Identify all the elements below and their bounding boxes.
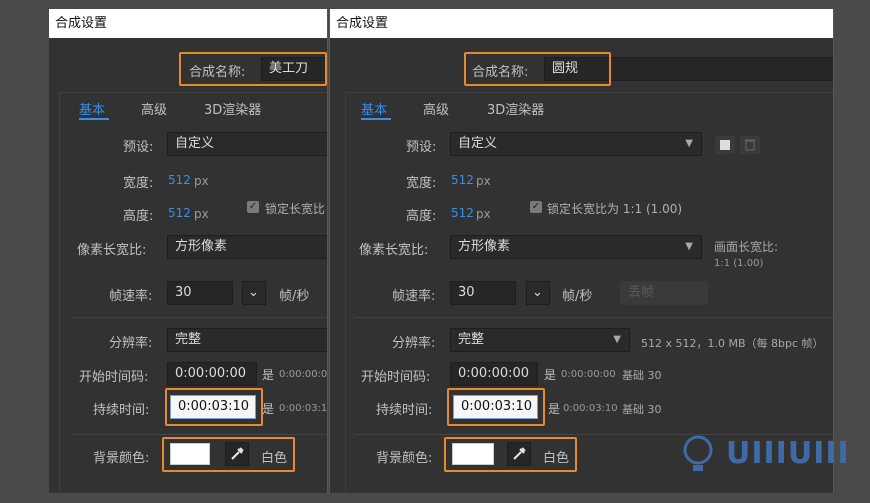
lightbulb-icon	[683, 435, 713, 471]
start-timecode-label: 开始时间码:	[361, 370, 431, 385]
pixel-aspect-value: 方形像素	[175, 239, 228, 254]
height-unit: px	[476, 207, 491, 221]
lock-aspect-checkbox[interactable]: ✓	[247, 201, 259, 213]
width-label: 宽度:	[123, 176, 154, 191]
fps-unit: 帧/秒	[279, 289, 310, 304]
preset-label: 预设:	[123, 140, 154, 155]
lock-aspect-label: 锁定长宽比	[265, 202, 326, 216]
pixel-aspect-value: 方形像素	[458, 239, 511, 254]
preset-value: 自定义	[175, 136, 215, 151]
width-value[interactable]: 512	[168, 173, 191, 187]
chevron-down-icon: ▼	[613, 334, 621, 345]
tab-basic[interactable]: 基本	[79, 99, 105, 118]
fps-unit: 帧/秒	[562, 289, 593, 304]
save-preset-icon	[720, 140, 730, 150]
pixel-aspect-dropdown[interactable]: 方形像素	[167, 235, 327, 259]
tab-advanced[interactable]: 高级	[141, 99, 167, 118]
highlight-duration	[447, 388, 545, 426]
highlight-comp-name	[179, 52, 327, 86]
watermark-logo: UIIIUIII	[678, 432, 858, 492]
dialog-title: 合成设置	[49, 9, 327, 38]
resolution-info: 512 x 512，1.0 MB（每 8bpc 帧）	[641, 337, 824, 350]
resolution-label: 分辨率:	[392, 336, 436, 351]
lock-aspect-checkbox[interactable]: ✓	[530, 201, 542, 213]
duration-is: 是	[262, 402, 275, 416]
tab-indicator	[361, 118, 391, 120]
width-unit: px	[194, 174, 209, 188]
pixel-aspect-label: 像素长宽比:	[359, 243, 429, 258]
preset-dropdown[interactable]: 自定义	[167, 132, 327, 156]
bg-color-label: 背景颜色:	[376, 451, 433, 466]
trash-icon	[745, 139, 755, 151]
duration-info: 0:00:03:1	[279, 403, 328, 414]
frame-aspect-value: 1:1 (1.00)	[714, 258, 764, 269]
width-unit: px	[476, 174, 491, 188]
start-info: 0:00:00:00	[561, 369, 616, 380]
start-is: 是	[262, 368, 275, 382]
highlight-comp-name	[464, 52, 611, 86]
start-timecode-label: 开始时间码:	[79, 370, 149, 385]
width-value[interactable]: 512	[451, 173, 474, 187]
highlight-duration	[165, 388, 263, 426]
height-value[interactable]: 512	[168, 206, 191, 220]
start-info: 0:00:00:0	[279, 369, 328, 380]
divider	[354, 317, 833, 318]
tab-indicator	[79, 118, 109, 120]
fps-label: 帧速率:	[392, 289, 436, 304]
tab-basic[interactable]: 基本	[361, 99, 387, 118]
chevron-down-icon: ▼	[685, 138, 693, 149]
delete-preset-button[interactable]	[740, 136, 760, 154]
height-unit: px	[194, 207, 209, 221]
tab-advanced[interactable]: 高级	[423, 99, 449, 118]
chevron-down-icon: ⌄	[248, 285, 259, 300]
fps-dropdown[interactable]: ⌄	[242, 281, 266, 305]
chevron-down-icon: ⌄	[532, 285, 543, 300]
highlight-bg-color	[162, 437, 295, 472]
watermark-text: UIIIUIII	[726, 436, 850, 471]
tab-3d-renderer[interactable]: 3D渲染器	[204, 99, 261, 118]
fps-input[interactable]: 30	[450, 281, 516, 305]
tab-3d-renderer[interactable]: 3D渲染器	[487, 99, 544, 118]
duration-info: 0:00:03:10	[563, 403, 618, 414]
fps-input[interactable]: 30	[167, 281, 233, 305]
fps-dropdown[interactable]: ⌄	[526, 281, 550, 305]
duration-is: 是	[548, 402, 561, 416]
drop-frame-value: 丢帧	[628, 285, 655, 300]
chevron-down-icon: ▼	[685, 241, 693, 252]
bg-color-label: 背景颜色:	[93, 451, 150, 466]
drop-frame-dropdown: 丢帧	[620, 281, 708, 305]
height-label: 高度:	[406, 209, 437, 224]
comp-settings-dialog-left: 合成设置 合成名称: 美工刀 基本 高级 3D渲染器 预设: 自定义 宽度: 5…	[49, 9, 328, 493]
resolution-dropdown[interactable]: 完整 ▼	[450, 328, 630, 352]
divider	[71, 317, 327, 318]
pixel-aspect-label: 像素长宽比:	[77, 243, 147, 258]
fps-label: 帧速率:	[109, 289, 153, 304]
highlight-bg-color	[444, 437, 577, 472]
width-label: 宽度:	[406, 176, 437, 191]
comp-settings-dialog-right: 合成设置 合成名称: 圆规 基本 高级 3D渲染器 预设: 自定义 ▼ 宽度: …	[329, 9, 834, 493]
resolution-value: 完整	[458, 332, 485, 347]
start-base: 基础 30	[622, 369, 662, 382]
duration-base: 基础 30	[622, 403, 662, 416]
preset-dropdown[interactable]: 自定义 ▼	[450, 132, 702, 156]
duration-label: 持续时间:	[93, 403, 150, 418]
preset-label: 预设:	[406, 140, 437, 155]
preset-value: 自定义	[458, 136, 498, 151]
pixel-aspect-dropdown[interactable]: 方形像素 ▼	[450, 235, 702, 259]
start-is: 是	[544, 368, 557, 382]
duration-label: 持续时间:	[376, 403, 433, 418]
resolution-label: 分辨率:	[109, 336, 153, 351]
lock-aspect-label: 锁定长宽比为 1:1 (1.00)	[547, 202, 683, 216]
resolution-dropdown[interactable]: 完整	[167, 328, 327, 352]
start-timecode-input[interactable]: 0:00:00:00	[450, 362, 538, 386]
resolution-value: 完整	[175, 332, 202, 347]
divider	[71, 434, 327, 435]
frame-aspect-label: 画面长宽比:	[714, 240, 779, 254]
start-timecode-input[interactable]: 0:00:00:00	[167, 362, 257, 386]
height-label: 高度:	[123, 209, 154, 224]
save-preset-button[interactable]	[715, 136, 735, 154]
dialog-title: 合成设置	[330, 9, 833, 38]
height-value[interactable]: 512	[451, 206, 474, 220]
